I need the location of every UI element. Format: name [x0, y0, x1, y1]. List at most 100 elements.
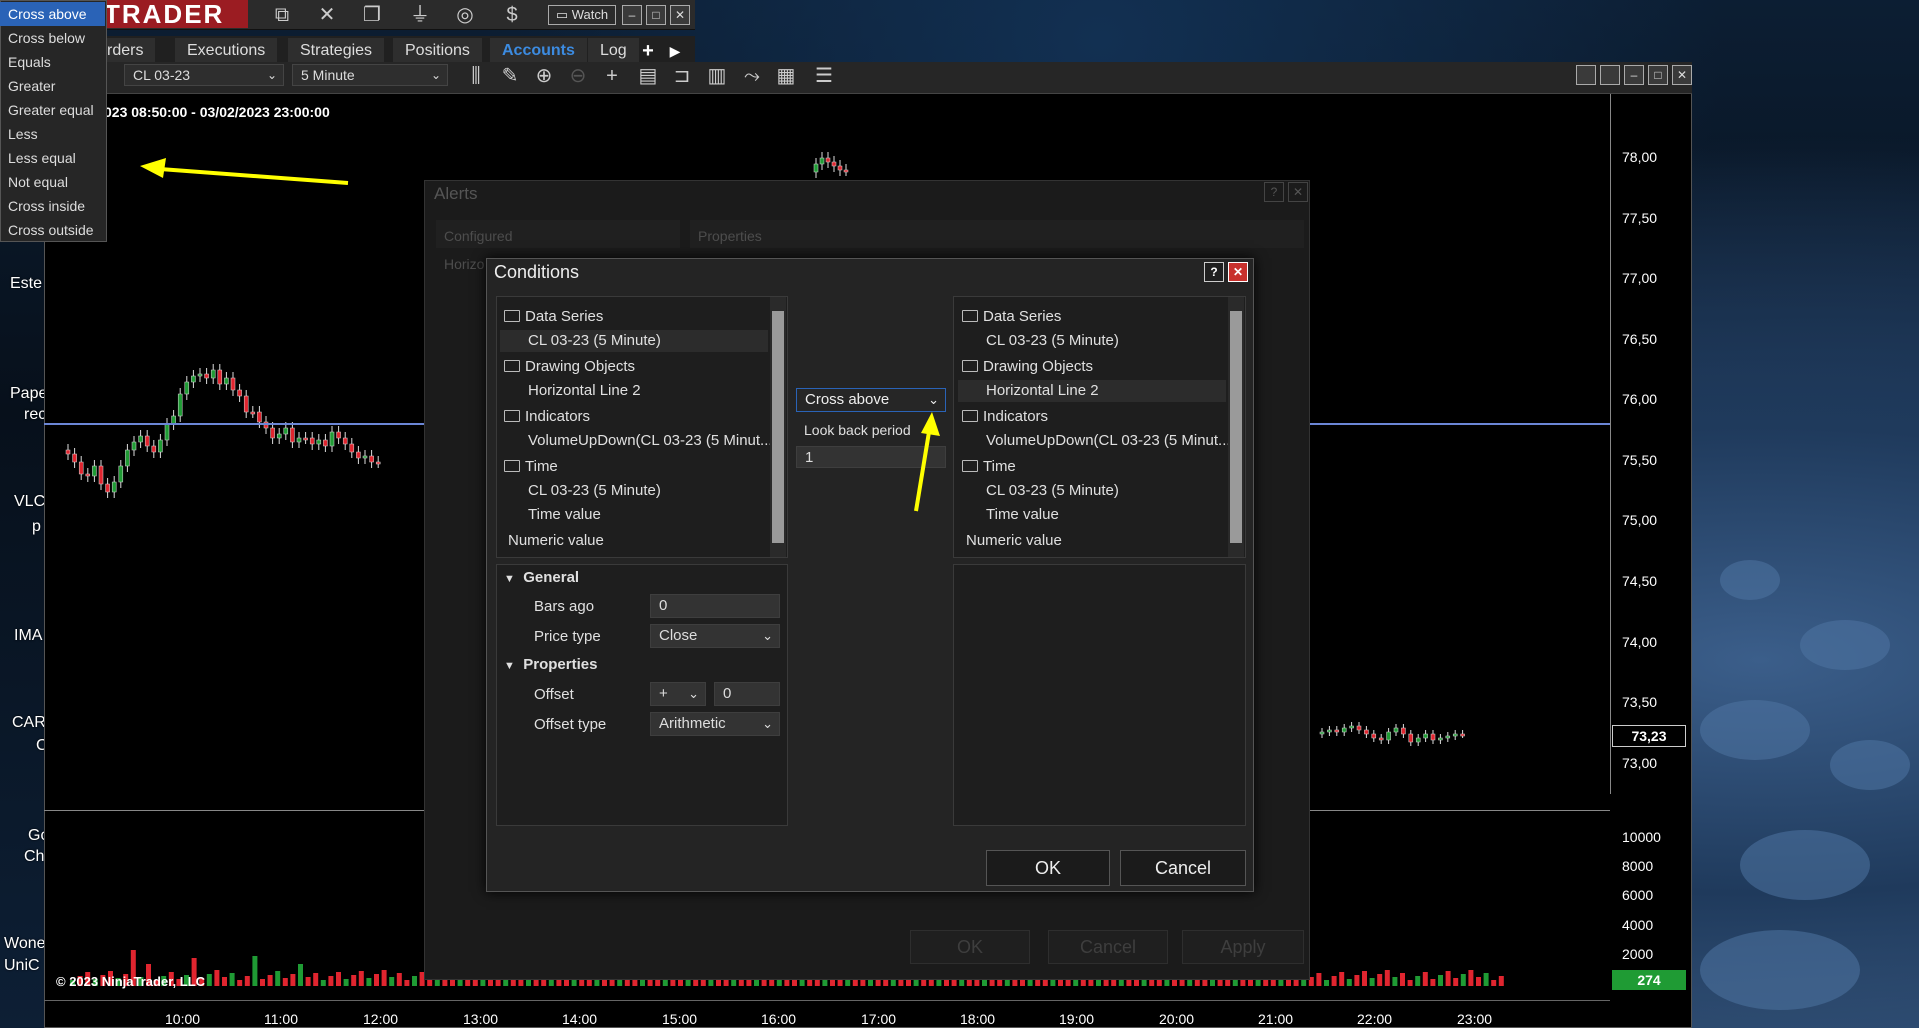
operator-option[interactable]: Equals: [0, 50, 105, 74]
operator-option[interactable]: Cross above: [0, 2, 105, 26]
chart-option-button[interactable]: [1576, 65, 1596, 85]
alerts-help-button[interactable]: ?: [1264, 182, 1284, 202]
desktop-label[interactable]: VLC: [14, 493, 45, 511]
tree-item-time-value[interactable]: Time value: [986, 506, 1059, 523]
bars-ago-input[interactable]: 0: [650, 594, 780, 618]
tab-log[interactable]: Log: [588, 38, 639, 64]
chart-close-button[interactable]: ✕: [1672, 65, 1692, 85]
close-button[interactable]: ✕: [670, 5, 690, 25]
help-icon[interactable]: ◎: [453, 3, 477, 27]
alerts-close-button[interactable]: ✕: [1288, 182, 1308, 202]
operator-option[interactable]: Not equal: [0, 170, 105, 194]
desktop-label[interactable]: UniC: [4, 957, 40, 975]
volume-bar: [1096, 979, 1101, 986]
bar-type-icon[interactable]: ⫼: [464, 64, 488, 88]
tree-folder-drawing-objects[interactable]: Drawing Objects: [504, 358, 635, 375]
operator-option[interactable]: Greater: [0, 74, 105, 98]
tree-item-time-series[interactable]: CL 03-23 (5 Minute): [528, 482, 661, 499]
tree-item-time-value[interactable]: Time value: [528, 506, 601, 523]
operator-option[interactable]: Cross outside: [0, 218, 105, 242]
tree-folder-time[interactable]: Time: [962, 458, 1016, 475]
desktop-label[interactable]: Este: [10, 275, 42, 293]
tab-positions[interactable]: Positions: [393, 38, 482, 64]
new-window-icon[interactable]: ⧉: [270, 3, 294, 27]
left-tree-scrollbar[interactable]: [770, 297, 786, 557]
zoom-out-icon[interactable]: ⊖: [566, 64, 590, 88]
templates-icon[interactable]: ▦: [774, 64, 798, 88]
tab-scroll-right-icon[interactable]: ▶: [663, 39, 687, 63]
operator-option[interactable]: Less: [0, 122, 105, 146]
offset-input[interactable]: 0: [714, 682, 780, 706]
interval-value: 5 Minute: [301, 67, 355, 83]
tab-executions[interactable]: Executions: [175, 38, 278, 64]
right-tree-scrollbar[interactable]: [1228, 297, 1244, 557]
tab-accounts[interactable]: Accounts: [490, 38, 587, 64]
workspaces-icon[interactable]: ❐: [360, 3, 384, 27]
tree-item-horizontal-line[interactable]: Horizontal Line 2: [986, 382, 1099, 399]
tree-folder-time[interactable]: Time: [504, 458, 558, 475]
conditions-close-button[interactable]: ✕: [1228, 262, 1248, 282]
tree-item-data-series[interactable]: CL 03-23 (5 Minute): [986, 332, 1119, 349]
chart-trader-icon[interactable]: ⊐: [670, 64, 694, 88]
tree-item-data-series[interactable]: CL 03-23 (5 Minute): [528, 332, 661, 349]
drawing-tool-icon[interactable]: ✎: [498, 64, 522, 88]
tree-item-numeric-value[interactable]: Numeric value: [966, 532, 1062, 549]
tree-item-indicator[interactable]: VolumeUpDown(CL 03-23 (5 Minut...: [528, 432, 773, 449]
operator-option[interactable]: Cross below: [0, 26, 105, 50]
tree-folder-data-series[interactable]: Data Series: [504, 308, 603, 325]
zoom-in-icon[interactable]: ⊕: [532, 64, 556, 88]
data-box-icon[interactable]: ▤: [636, 64, 660, 88]
chart-option-button[interactable]: [1600, 65, 1620, 85]
properties-list-icon[interactable]: ☰: [812, 64, 836, 88]
candle-body: [303, 437, 308, 441]
tree-item-time-series[interactable]: CL 03-23 (5 Minute): [986, 482, 1119, 499]
desktop-label[interactable]: p: [32, 518, 41, 536]
offset-type-select[interactable]: Arithmetic ⌄: [650, 712, 780, 736]
properties-section[interactable]: ▼ Properties: [504, 656, 597, 673]
add-tab-icon[interactable]: +: [636, 39, 660, 63]
chart-maximize-button[interactable]: □: [1648, 65, 1668, 85]
operator-select[interactable]: Cross above ⌄: [796, 388, 946, 412]
interval-selector[interactable]: 5 Minute ⌄: [292, 64, 448, 86]
tools-icon[interactable]: ✕: [315, 3, 339, 27]
alerts-list-item[interactable]: Horizo: [444, 256, 484, 272]
instrument-selector[interactable]: CL 03-23 ⌄: [124, 64, 284, 86]
dollar-icon[interactable]: $: [500, 3, 524, 27]
tree-folder-data-series[interactable]: Data Series: [962, 308, 1061, 325]
tree-folder-drawing-objects[interactable]: Drawing Objects: [962, 358, 1093, 375]
price-type-select[interactable]: Close ⌄: [650, 624, 780, 648]
cancel-button[interactable]: Cancel: [1120, 850, 1246, 886]
price-axis[interactable]: [1610, 94, 1690, 794]
help-button[interactable]: ?: [1204, 262, 1224, 282]
tab-strategies[interactable]: Strategies: [288, 38, 385, 64]
strategies-icon[interactable]: ⤳: [740, 64, 764, 88]
operator-option[interactable]: Cross inside: [0, 194, 105, 218]
desktop-label[interactable]: IMA: [14, 627, 42, 645]
desktop-label[interactable]: Ch: [24, 848, 44, 866]
tree-folder-indicators[interactable]: Indicators: [962, 408, 1048, 425]
crosshair-icon[interactable]: +: [600, 64, 624, 88]
desktop-label[interactable]: Wone: [4, 935, 46, 953]
alerts-cancel-button[interactable]: Cancel: [1048, 930, 1168, 964]
maximize-button[interactable]: □: [646, 5, 666, 25]
tree-item-numeric-value[interactable]: Numeric value: [508, 532, 604, 549]
desktop-label[interactable]: Pape: [10, 385, 47, 403]
indicators-icon[interactable]: ▥: [705, 64, 729, 88]
look-back-input[interactable]: 1: [796, 446, 946, 468]
tree-item-indicator[interactable]: VolumeUpDown(CL 03-23 (5 Minut...: [986, 432, 1231, 449]
tree-item-horizontal-line[interactable]: Horizontal Line 2: [528, 382, 641, 399]
general-section[interactable]: ▼ General: [504, 569, 579, 586]
alerts-apply-button[interactable]: Apply: [1182, 930, 1304, 964]
offset-sign-select[interactable]: + ⌄: [650, 682, 706, 706]
tree-folder-indicators[interactable]: Indicators: [504, 408, 590, 425]
ok-button[interactable]: OK: [986, 850, 1110, 886]
alerts-ok-button[interactable]: OK: [910, 930, 1030, 964]
minimize-button[interactable]: –: [622, 5, 642, 25]
watch-button[interactable]: ▭ Watch: [548, 5, 616, 25]
operator-option[interactable]: Greater equal: [0, 98, 105, 122]
desktop-label[interactable]: CAR: [12, 714, 46, 732]
desktop-label[interactable]: rec: [24, 406, 46, 424]
connections-icon[interactable]: ⏚: [408, 3, 432, 27]
operator-option[interactable]: Less equal: [0, 146, 105, 170]
chart-minimize-button[interactable]: –: [1624, 65, 1644, 85]
